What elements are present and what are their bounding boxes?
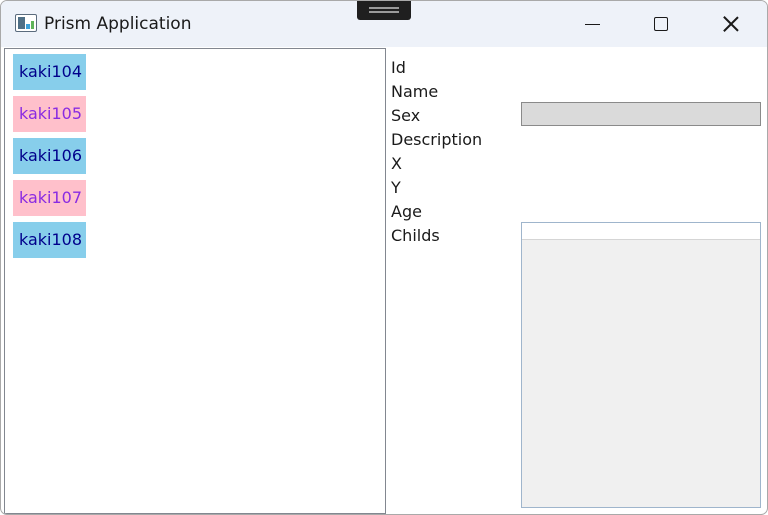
close-icon <box>723 16 739 32</box>
person-list[interactable]: kaki104 kaki105 kaki106 kaki107 kaki108 <box>4 48 386 514</box>
label-name: Name <box>391 82 439 101</box>
childs-grid-header[interactable] <box>522 223 760 240</box>
list-item[interactable]: kaki107 <box>13 180 86 216</box>
label-age: Age <box>391 202 422 221</box>
sex-combobox[interactable] <box>521 102 761 126</box>
app-icon[interactable] <box>15 14 37 32</box>
title-bar[interactable]: Prism Application <box>1 1 767 47</box>
list-item[interactable]: kaki104 <box>13 54 86 90</box>
app-window: Prism Application kaki104 kaki105 kaki10… <box>0 0 768 515</box>
maximize-button[interactable] <box>627 1 695 47</box>
snap-handle-icon[interactable] <box>357 1 411 20</box>
label-id: Id <box>391 58 406 77</box>
label-childs: Childs <box>391 226 440 245</box>
label-sex: Sex <box>391 106 421 125</box>
list-item[interactable]: kaki108 <box>13 222 86 258</box>
childs-datagrid[interactable] <box>521 222 761 508</box>
label-x: X <box>391 154 402 173</box>
list-item[interactable]: kaki106 <box>13 138 86 174</box>
minimize-button[interactable] <box>559 1 627 47</box>
label-y: Y <box>391 178 401 197</box>
label-description: Description <box>391 130 483 149</box>
minimize-icon <box>585 24 600 25</box>
maximize-icon <box>654 17 668 31</box>
window-title: Prism Application <box>44 14 192 34</box>
close-button[interactable] <box>697 1 765 47</box>
list-item[interactable]: kaki105 <box>13 96 86 132</box>
